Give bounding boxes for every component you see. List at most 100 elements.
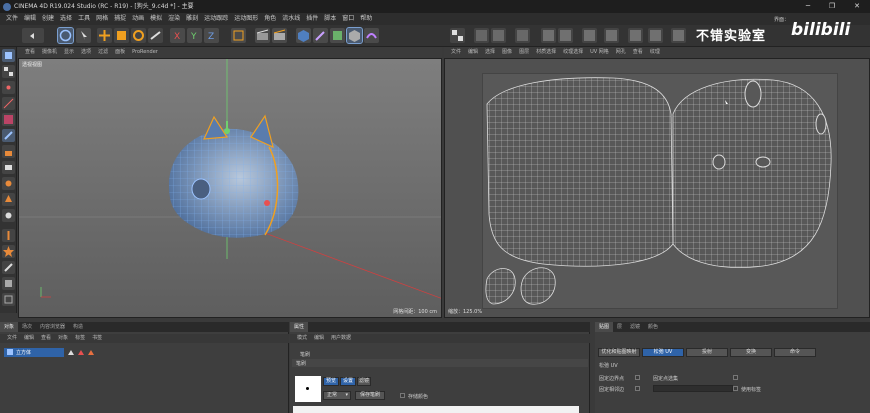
live-select-button[interactable] — [57, 27, 74, 44]
pen-button[interactable] — [313, 28, 328, 43]
texture-mode-button[interactable] — [2, 65, 15, 78]
object-menu-item-2[interactable]: 查看 — [41, 334, 51, 343]
axis-y-button[interactable]: Y — [187, 28, 202, 43]
subdivision-button[interactable] — [330, 28, 345, 43]
projection-button[interactable]: 投射 — [686, 348, 728, 357]
uv-polygons-button[interactable] — [491, 28, 506, 43]
channel-tool-button[interactable] — [604, 28, 619, 43]
deformer-button[interactable] — [364, 28, 379, 43]
layer-tool-button[interactable] — [582, 28, 597, 43]
optimize-mapping-button[interactable]: 优化和贴图映射 — [598, 348, 640, 357]
fix-boundary-checkbox[interactable] — [635, 375, 640, 380]
recent-tool-button[interactable] — [148, 28, 163, 43]
smear-button[interactable] — [2, 177, 15, 190]
uv-editor-viewport[interactable]: 缩放：125.0% — [444, 58, 870, 318]
axis-x-button[interactable]: X — [170, 28, 185, 43]
mograph-button[interactable] — [346, 27, 363, 44]
menu-item-4[interactable]: 工具 — [78, 13, 90, 25]
workplane-button[interactable] — [2, 229, 15, 242]
star-button[interactable] — [2, 245, 15, 258]
object-menu-item-5[interactable]: 书签 — [92, 334, 102, 343]
tab-settings[interactable]: 设置 — [340, 377, 356, 386]
viewport-menu-item-4[interactable]: 过滤 — [98, 47, 108, 58]
attr-menu-item-1[interactable]: 编辑 — [314, 334, 324, 343]
menu-item-13[interactable]: 角色 — [264, 13, 276, 25]
fill-button[interactable] — [2, 193, 15, 206]
store-color-checkbox[interactable] — [400, 393, 405, 398]
uv-tab-2[interactable]: 滤镜 — [626, 322, 644, 332]
eraser-button[interactable] — [2, 161, 15, 174]
uv-tab-3[interactable]: 颜色 — [644, 322, 662, 332]
menu-item-16[interactable]: 脚本 — [324, 13, 336, 25]
tab-filter[interactable]: 滤镜 — [357, 377, 371, 386]
scale-button[interactable] — [114, 28, 129, 43]
attr-tab-0[interactable]: 属性 — [290, 322, 309, 332]
layout-button[interactable] — [671, 28, 686, 43]
object-tab-0[interactable]: 对象 — [0, 322, 19, 332]
select-tool-button[interactable] — [76, 28, 91, 43]
uv-menu-item-5[interactable]: 材质选择 — [536, 47, 556, 58]
minimize-button[interactable]: ─ — [796, 0, 820, 13]
menu-item-9[interactable]: 渲染 — [168, 13, 180, 25]
uv-menu-item-10[interactable]: 纹理 — [650, 47, 660, 58]
menu-item-18[interactable]: 帮助 — [360, 13, 372, 25]
tab-preview[interactable]: 预览 — [323, 377, 339, 386]
menu-item-5[interactable]: 网格 — [96, 13, 108, 25]
uv-tab-0[interactable]: 贴图 — [595, 322, 614, 332]
viewport-menu-item-1[interactable]: 摄像机 — [42, 47, 57, 58]
fill-tool-button[interactable] — [648, 28, 663, 43]
transform-button[interactable]: 变换 — [730, 348, 772, 357]
magnet-button[interactable] — [2, 209, 15, 222]
uv-menu-item-1[interactable]: 编辑 — [468, 47, 478, 58]
rotate-button[interactable] — [131, 28, 146, 43]
move-button[interactable] — [97, 28, 112, 43]
uv-menu-item-8[interactable]: 网孔 — [616, 47, 626, 58]
object-tab-1[interactable]: 场次 — [18, 322, 36, 332]
menu-item-15[interactable]: 插件 — [306, 13, 318, 25]
commands-button[interactable]: 命令 — [774, 348, 816, 357]
object-menu-item-4[interactable]: 标签 — [75, 334, 85, 343]
uv-menu-item-9[interactable]: 查看 — [633, 47, 643, 58]
menu-item-0[interactable]: 文件 — [6, 13, 18, 25]
render-view-button[interactable] — [255, 28, 270, 43]
polygons-mode-button[interactable] — [2, 113, 15, 126]
viewport-menu-item-6[interactable]: ProRender — [132, 47, 158, 58]
uv-texture-canvas[interactable] — [482, 73, 838, 309]
fix-shared-checkbox[interactable] — [635, 386, 640, 391]
cube-button[interactable] — [296, 28, 311, 43]
uv-menu-item-2[interactable]: 选择 — [485, 47, 495, 58]
object-tab-3[interactable]: 构造 — [69, 322, 87, 332]
menu-item-8[interactable]: 模拟 — [150, 13, 162, 25]
model-mode-button[interactable] — [2, 49, 15, 62]
attr-menu-item-2[interactable]: 用户数据 — [331, 334, 351, 343]
fix-selected-checkbox[interactable] — [733, 375, 738, 380]
brush-tool-button[interactable] — [558, 28, 573, 43]
stamp-button[interactable] — [2, 145, 15, 158]
viewport-menu-item-0[interactable]: 查看 — [25, 47, 35, 58]
save-brush-button[interactable]: 保存笔刷 — [355, 391, 385, 400]
edge-field[interactable] — [653, 385, 733, 392]
paint-tool-button[interactable] — [628, 28, 643, 43]
points-mode-button[interactable] — [2, 81, 15, 94]
close-button[interactable]: ✕ — [845, 0, 869, 13]
uv-menu-item-3[interactable]: 图像 — [502, 47, 512, 58]
object-tab-2[interactable]: 内容浏览器 — [36, 322, 69, 332]
uv-menu-item-7[interactable]: UV 网格 — [590, 47, 609, 58]
relax-uv-button[interactable]: 松弛 UV — [642, 348, 684, 357]
uv-menu-item-0[interactable]: 文件 — [451, 47, 461, 58]
coord-system-button[interactable] — [231, 28, 246, 43]
object-menu-item-0[interactable]: 文件 — [7, 334, 17, 343]
object-menu-item-3[interactable]: 对象 — [58, 334, 68, 343]
uv-mode-button[interactable] — [515, 28, 530, 43]
object-menu-item-1[interactable]: 编辑 — [24, 334, 34, 343]
menu-item-7[interactable]: 动画 — [132, 13, 144, 25]
menu-item-6[interactable]: 捕捉 — [114, 13, 126, 25]
menu-item-14[interactable]: 流水线 — [282, 13, 300, 25]
render-to-picture-viewer-button[interactable] — [272, 28, 287, 43]
snap-button[interactable] — [2, 277, 15, 290]
menu-item-17[interactable]: 窗口 — [342, 13, 354, 25]
menu-item-10[interactable]: 雕刻 — [186, 13, 198, 25]
viewport-menu-item-2[interactable]: 显示 — [64, 47, 74, 58]
uv-tab-1[interactable]: 层 — [613, 322, 626, 332]
use-tags-checkbox[interactable] — [733, 386, 738, 391]
